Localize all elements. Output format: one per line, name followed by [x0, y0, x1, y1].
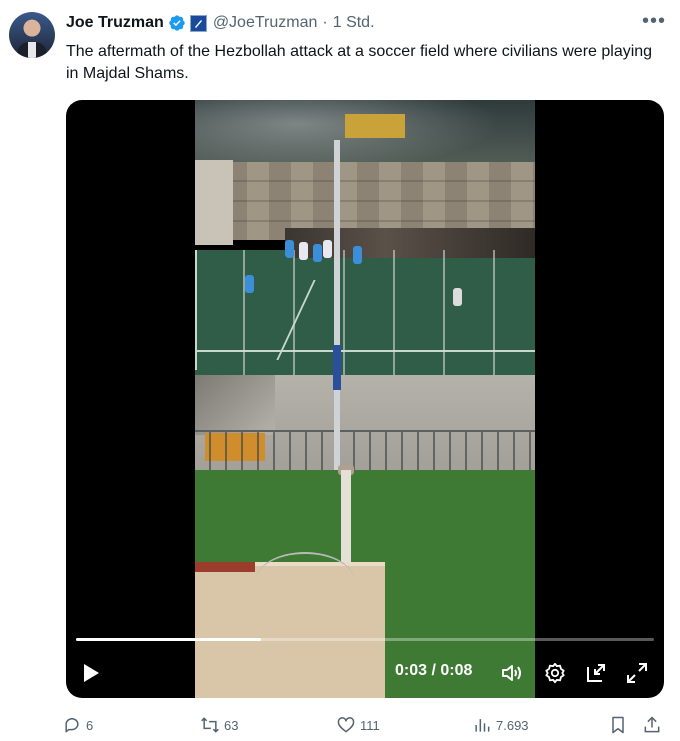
header-separator: · [322, 14, 328, 31]
post-time[interactable]: 1 Std. [333, 14, 375, 32]
video-player[interactable]: 0:03 / 0:08 [66, 100, 664, 698]
avatar-shirt [28, 42, 36, 58]
pip-icon[interactable] [583, 660, 609, 686]
affiliate-badge-icon[interactable] [189, 14, 207, 32]
play-icon[interactable] [78, 658, 104, 688]
repost-count: 63 [224, 717, 239, 733]
author-avatar[interactable] [9, 12, 55, 58]
reply-button[interactable]: 6 [62, 712, 93, 738]
like-icon [337, 717, 355, 733]
settings-icon[interactable] [542, 660, 568, 686]
author-name[interactable]: Joe Truzman [66, 14, 164, 32]
like-button[interactable]: 111 [336, 712, 380, 738]
reply-count: 6 [86, 717, 94, 733]
tweet-actions: 6 63 111 7.693 [62, 712, 672, 738]
tweet-header: Joe Truzman @JoeTruzman · 1 Std. [66, 12, 375, 34]
bookmark-icon [612, 716, 624, 734]
repost-icon [201, 717, 219, 733]
video-progress-fill [76, 638, 261, 641]
more-icon[interactable]: ••• [642, 10, 666, 33]
volume-icon[interactable] [499, 660, 525, 686]
like-count: 111 [360, 717, 380, 733]
view-count: 7.693 [496, 717, 529, 733]
video-frame[interactable] [195, 100, 535, 698]
reply-icon [65, 718, 79, 733]
tweet-text: The aftermath of the Hezbollah attack at… [66, 43, 653, 82]
verified-badge-icon[interactable] [168, 14, 186, 32]
views-icon [475, 719, 490, 732]
video-timecode: 0:03 / 0:08 [395, 662, 473, 679]
author-handle[interactable]: @JoeTruzman [213, 14, 318, 32]
share-button[interactable] [642, 712, 662, 738]
bookmark-button[interactable] [608, 712, 628, 738]
fullscreen-icon[interactable] [624, 660, 650, 686]
views-button[interactable]: 7.693 [472, 712, 529, 738]
video-progress-bar[interactable] [76, 638, 654, 641]
repost-button[interactable]: 63 [200, 712, 238, 738]
share-icon [644, 716, 660, 733]
